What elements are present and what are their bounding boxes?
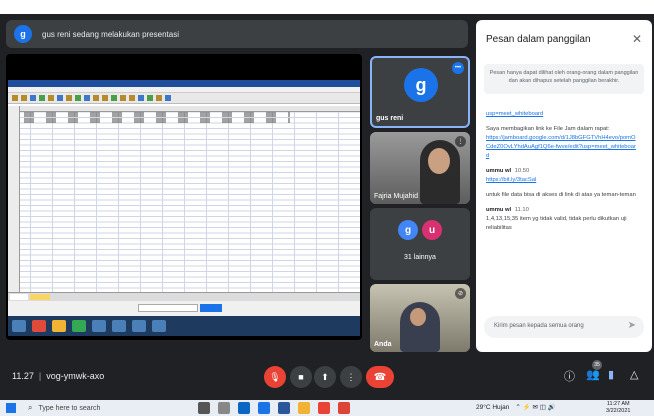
chat-icon[interactable]: ▮ <box>608 368 614 381</box>
spss-view-tabs <box>8 292 360 301</box>
tile-name: Anda <box>374 341 392 348</box>
spss-titlebar <box>8 80 360 87</box>
variable-view-grid <box>8 106 360 292</box>
grid-data-row <box>20 112 290 117</box>
close-icon[interactable]: ✕ <box>632 32 642 46</box>
people-icon[interactable]: 👥 <box>586 368 600 381</box>
chat-time: 10.50 <box>514 167 530 174</box>
windows-start-icon[interactable] <box>6 403 16 413</box>
tile-presenter[interactable]: g ••• gus reni <box>370 56 470 128</box>
taskbar-search[interactable]: ⌕ Type here to search <box>28 401 188 415</box>
spss-window <box>8 80 360 336</box>
grid-row-header <box>8 106 20 292</box>
chat-link[interactable]: https://bit.ly/3tacSal <box>486 176 638 185</box>
chrome-profile-icon[interactable] <box>338 402 350 414</box>
present-button[interactable]: ⬆ <box>314 366 336 388</box>
chat-sender: ummu wl <box>486 206 512 213</box>
grid-data-row <box>20 117 290 123</box>
chat-link[interactable]: https://jamboard.google.com/d/1J8bGFGTVh… <box>486 134 638 161</box>
chat-panel: Pesan dalam panggilan ✕ Pesan hanya dapa… <box>476 20 652 352</box>
participant-avatar: g <box>398 220 418 240</box>
chat-text: 1,4,13,15,35 item yg tidak valid, tidak … <box>486 215 627 231</box>
send-icon[interactable]: ➤ <box>628 320 636 331</box>
info-icon[interactable]: ⓘ <box>564 368 575 384</box>
presenting-text: gus reni sedang melakukan presentasi <box>42 29 179 39</box>
chat-message: ummu wl 10.50 https://bit.ly/3tacSal <box>486 167 638 185</box>
more-options-icon[interactable]: ⋮ <box>455 136 466 147</box>
variable-view-tab <box>30 294 50 300</box>
participant-avatar: u <box>422 220 442 240</box>
weather-text[interactable]: 29°C Hujan <box>476 404 509 411</box>
tile-others[interactable]: g u 31 lainnya <box>370 208 470 280</box>
tile-name: Fajria Mujahid <box>374 193 418 200</box>
chat-text: Saya membagikan link ke File Jam dalam r… <box>486 125 610 132</box>
person-face <box>428 148 450 174</box>
file-explorer-icon[interactable] <box>218 402 230 414</box>
windows-taskbar: ⌕ Type here to search 29°C Hujan ⌃ ⚡ ✉ ◫… <box>0 400 654 416</box>
tile-name: gus reni <box>376 115 404 122</box>
meet-window: g gus reni sedang melakukan presentasi g… <box>0 0 654 400</box>
chat-input[interactable]: Kirim pesan kepada semua orang <box>484 316 644 338</box>
chat-message: ummu wl 11.10 1,4,13,15,35 item yg tidak… <box>486 206 638 233</box>
chat-message: usp=meet_whiteboard <box>486 110 638 119</box>
stop-sharing-chip <box>200 304 222 312</box>
presenter-avatar-small: g <box>14 25 32 43</box>
mic-off-button[interactable]: 🎙 <box>264 366 286 388</box>
task-view-icon[interactable] <box>198 402 210 414</box>
audio-level-icon: ••• <box>452 62 464 74</box>
shared-notice-box <box>138 304 198 312</box>
data-view-tab <box>10 294 28 300</box>
clock-time: 11:27 AM <box>606 401 630 407</box>
mic-off-icon: ⊘ <box>455 288 466 299</box>
meeting-info: 11.27 | vog-ymwk-axo <box>12 371 105 381</box>
chat-message: untuk file data bisa di akses di link di… <box>486 191 638 200</box>
chat-time: 11.10 <box>514 206 529 213</box>
spss-statusbar <box>8 301 360 316</box>
tray-icons[interactable]: ⌃ ⚡ ✉ ◫ 🔊 <box>515 403 555 411</box>
search-placeholder: Type here to search <box>38 404 101 412</box>
spss-toolbar <box>8 93 360 104</box>
bottom-control-bar: 11.27 | vog-ymwk-axo 🎙 ■ ⬆ ⋮ ☎ ⓘ 35 👥 ▮ … <box>0 356 654 400</box>
chat-message: Saya membagikan link ke File Jam dalam r… <box>486 125 638 161</box>
chat-sender: ummu wl <box>486 167 512 174</box>
tile-participant[interactable]: ⋮ Fajria Mujahid <box>370 132 470 204</box>
camera-off-button[interactable]: ■ <box>290 366 312 388</box>
meeting-time: 11.27 <box>12 371 34 381</box>
shared-screen[interactable] <box>6 54 362 340</box>
person-face <box>410 308 426 326</box>
taskbar-clock[interactable]: 11:27 AM 3/22/2021 <box>606 401 630 415</box>
meeting-code: vog-ymwk-axo <box>46 371 105 381</box>
tile-self[interactable]: ⊘ Anda <box>370 284 470 352</box>
chat-title: Pesan dalam panggilan <box>486 34 591 45</box>
chat-notice: Pesan hanya dapat dilihat oleh orang-ora… <box>484 64 644 94</box>
chat-link[interactable]: usp=meet_whiteboard <box>486 110 638 119</box>
more-options-button[interactable]: ⋮ <box>340 366 362 388</box>
activities-icon[interactable]: △ <box>630 368 638 381</box>
taskbar-apps <box>198 402 350 414</box>
presenter-avatar: g <box>404 68 438 102</box>
app-icon[interactable] <box>298 402 310 414</box>
system-tray: 29°C Hujan ⌃ ⚡ ✉ ◫ 🔊 <box>476 403 556 412</box>
presenting-banner: g gus reni sedang melakukan presentasi <box>6 20 468 48</box>
chrome-icon[interactable] <box>318 402 330 414</box>
chat-messages: usp=meet_whiteboard Saya membagikan link… <box>486 110 638 239</box>
chat-text: untuk file data bisa di akses di link di… <box>486 191 636 198</box>
presenter-taskbar <box>8 316 360 336</box>
search-icon: ⌕ <box>28 403 33 412</box>
clock-date: 3/22/2021 <box>606 408 631 415</box>
edge-icon[interactable] <box>238 402 250 414</box>
others-count-label: 31 lainnya <box>404 254 436 261</box>
top-frame-edge <box>0 0 654 14</box>
word-icon[interactable] <box>278 402 290 414</box>
store-icon[interactable] <box>258 402 270 414</box>
end-call-button[interactable]: ☎ <box>366 366 394 388</box>
